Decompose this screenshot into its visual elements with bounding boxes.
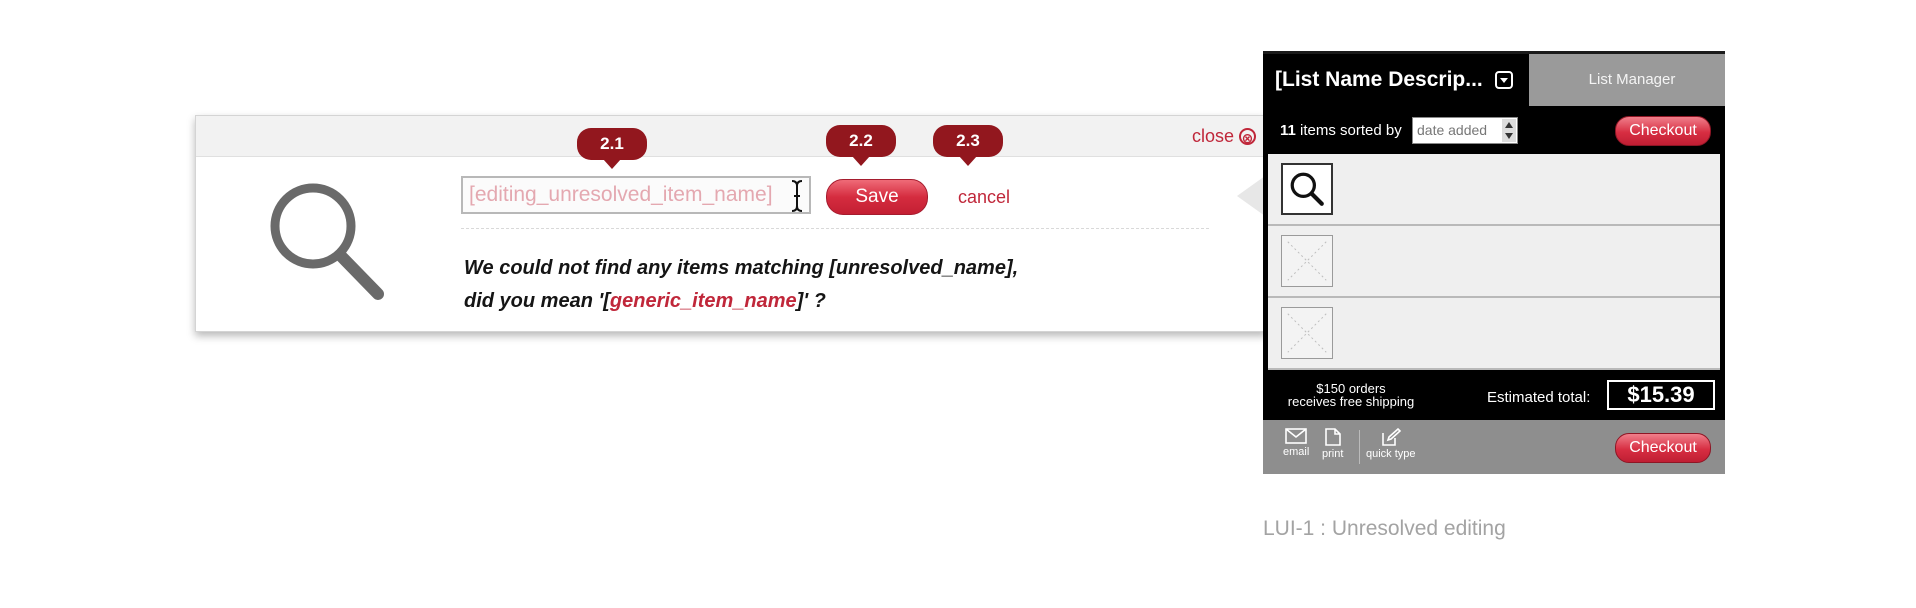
no-match-message: We could not find any items matching [un… (464, 252, 1104, 318)
sorted-by-label: items sorted by (1300, 122, 1402, 139)
save-button[interactable]: Save (826, 179, 928, 215)
search-icon (1281, 163, 1333, 215)
placeholder-image-icon (1281, 307, 1333, 359)
envelope-icon (1285, 428, 1307, 444)
document-icon (1324, 428, 1341, 446)
estimated-total-value: $15.39 (1607, 380, 1715, 410)
list-item[interactable] (1268, 154, 1720, 226)
email-label: email (1283, 446, 1310, 458)
tools-bar: email print quick type Checkout (1263, 420, 1725, 474)
divider (461, 228, 1209, 229)
list-items (1268, 154, 1720, 370)
tool-separator (1359, 430, 1360, 464)
list-manager-tab[interactable]: List Manager (1529, 54, 1725, 106)
item-count: 11 items sorted by (1280, 122, 1402, 139)
free-shipping-note: $150 orders receives free shipping (1271, 382, 1431, 408)
email-tool[interactable]: email (1283, 428, 1309, 458)
cancel-link[interactable]: cancel (958, 187, 1010, 208)
search-icon (270, 183, 384, 300)
callout-badge-2-2: 2.2 (826, 125, 896, 166)
callout-badge-2-3: 2.3 (933, 125, 1003, 166)
close-button[interactable]: close ⊗ (1192, 126, 1256, 147)
panel-pointer (1237, 176, 1265, 216)
shipping-line-2: receives free shipping (1287, 394, 1415, 409)
quick-type-tool[interactable]: quick type (1366, 428, 1416, 460)
sort-select[interactable]: date added (1412, 117, 1518, 144)
message-suffix: ]' ? (796, 290, 826, 312)
suggested-item-link[interactable]: generic_item_name (610, 290, 797, 312)
message-line-2: did you mean '[generic_item_name]' ? (464, 285, 1104, 318)
dropdown-icon[interactable] (1495, 71, 1513, 89)
print-tool[interactable]: print (1322, 428, 1343, 460)
estimated-total-label: Estimated total: (1487, 389, 1591, 406)
print-label: print (1322, 448, 1344, 460)
checkout-button-top[interactable]: Checkout (1615, 116, 1711, 146)
edit-icon (1381, 428, 1401, 446)
figure-caption: LUI-1 : Unresolved editing (1263, 517, 1506, 540)
list-name-tab[interactable]: [List Name Descrip... (1263, 54, 1529, 106)
list-item[interactable] (1268, 298, 1720, 370)
totals-bar: $150 orders receives free shipping Estim… (1263, 372, 1725, 420)
checkout-button-bottom[interactable]: Checkout (1615, 433, 1711, 463)
sort-value: date added (1417, 122, 1488, 138)
list-manager-panel: [List Name Descrip... List Manager 11 it… (1263, 51, 1725, 474)
list-name: [List Name Descrip... (1275, 68, 1483, 91)
quick-type-label: quick type (1366, 448, 1416, 460)
stepper-arrows-icon[interactable] (1502, 119, 1516, 142)
item-count-number: 11 (1280, 122, 1296, 139)
placeholder-image-icon (1281, 235, 1333, 287)
close-label: close (1191, 126, 1234, 146)
sort-bar: 11 items sorted by date added Checkout (1263, 106, 1725, 154)
text-cursor-icon (791, 180, 803, 212)
close-circle-icon: ⊗ (1239, 128, 1256, 146)
unresolved-item-editor: close ⊗ Save cancel We could not find an… (195, 115, 1267, 332)
message-prefix: did you mean '[ (464, 290, 610, 312)
list-item[interactable] (1268, 226, 1720, 298)
item-name-input[interactable] (461, 176, 811, 214)
message-line-1: We could not find any items matching [un… (464, 257, 1019, 279)
callout-badge-2-1: 2.1 (577, 128, 647, 169)
list-manager-header: [List Name Descrip... List Manager (1263, 54, 1725, 106)
editor-top-bar: close ⊗ (196, 116, 1266, 157)
